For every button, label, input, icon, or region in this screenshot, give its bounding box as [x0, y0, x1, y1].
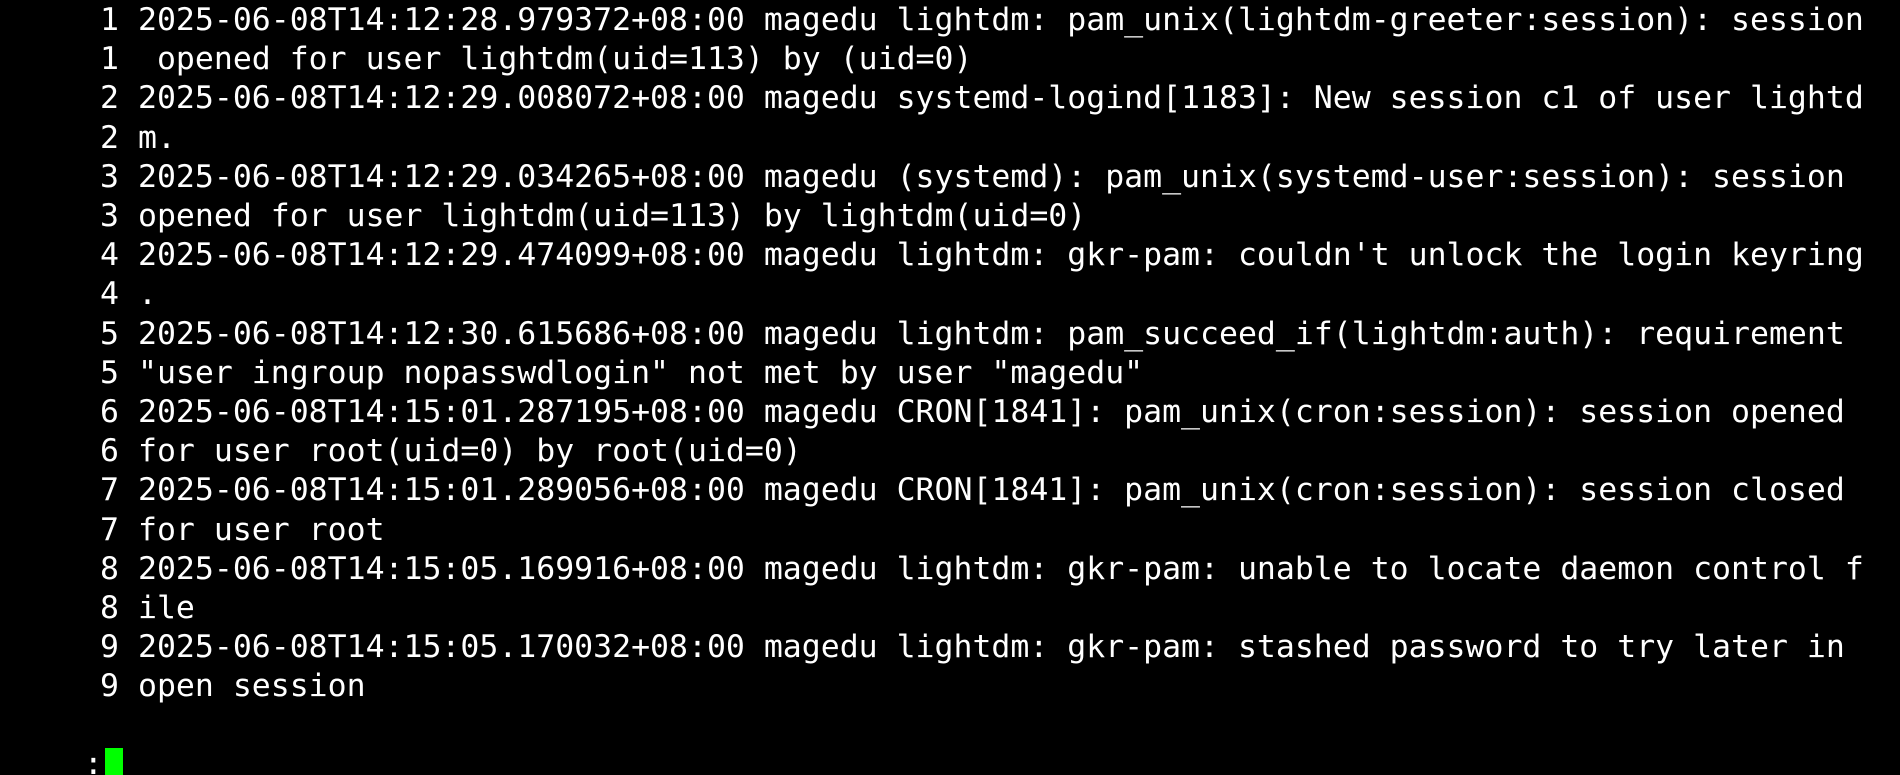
- log-line: 2 m.: [0, 119, 176, 158]
- line-number: 2: [100, 119, 119, 156]
- log-line-text: opened for user lightdm(uid=113) by ligh…: [138, 198, 1087, 234]
- log-line: 8 ile: [0, 589, 195, 628]
- line-number: 5: [100, 354, 119, 391]
- log-line-text: "user ingroup nopasswdlogin" not met by …: [138, 354, 1144, 391]
- log-line: 6 for user root(uid=0) by root(uid=0): [0, 432, 802, 471]
- log-line-text: 2025-06-08T14:15:05.170032+08:00 magedu …: [138, 629, 1845, 666]
- log-line: 1 2025-06-08T14:12:28.979372+08:00 magedu…: [0, 1, 1864, 40]
- log-line-text: 2025-06-08T14:12:29.034265+08:00 magedu …: [138, 158, 1845, 195]
- log-line-text: ile: [138, 590, 195, 626]
- log-line-text: 2025-06-08T14:12:28.979372+08:00 magedu …: [138, 2, 1864, 38]
- log-line: 6 2025-06-08T14:15:01.287195+08:00 magedu…: [0, 393, 1845, 432]
- pager-prompt: :: [83, 746, 103, 775]
- line-number: 4: [100, 237, 119, 274]
- log-line: 1 opened for user lightdm(uid=113) by (u…: [0, 40, 972, 79]
- log-line: 5 2025-06-08T14:12:30.615686+08:00 magedu…: [0, 315, 1845, 354]
- log-line-text: m.: [138, 119, 176, 156]
- log-line-text: for user root: [138, 511, 385, 548]
- log-line-text: 2025-06-08T14:12:29.008072+08:00 magedu …: [138, 80, 1864, 117]
- line-number: 4: [100, 276, 119, 313]
- pager-prompt-row[interactable]: :: [0, 706, 123, 775]
- terminal-window[interactable]: 1 2025-06-08T14:12:28.979372+08:00 magedu…: [0, 0, 1900, 775]
- line-number: 1: [100, 2, 119, 38]
- log-line: 9 open session: [0, 667, 366, 706]
- log-line-text: 2025-06-08T14:12:30.615686+08:00 magedu …: [138, 315, 1845, 352]
- log-line: 8 2025-06-08T14:15:05.169916+08:00 magedu…: [0, 550, 1864, 589]
- log-line-text: .: [138, 276, 157, 313]
- line-number: 5: [100, 315, 119, 352]
- line-number: 1: [100, 41, 119, 78]
- line-number: 6: [100, 394, 119, 430]
- log-line-text: open session: [138, 668, 366, 705]
- line-number: 8: [100, 590, 119, 626]
- line-number: 7: [100, 511, 119, 548]
- log-line: 7 for user root: [0, 511, 385, 550]
- log-line: 3 2025-06-08T14:12:29.034265+08:00 magedu…: [0, 158, 1845, 197]
- log-line: 7 2025-06-08T14:15:01.289056+08:00 magedu…: [0, 471, 1845, 510]
- log-line: 5 "user ingroup nopasswdlogin" not met by…: [0, 354, 1143, 393]
- line-number: 2: [100, 80, 119, 117]
- line-number: 8: [100, 550, 119, 587]
- line-number: 3: [100, 158, 119, 195]
- line-number: 7: [100, 472, 119, 509]
- log-line-text: 2025-06-08T14:15:01.287195+08:00 magedu …: [138, 394, 1845, 430]
- line-number: 3: [100, 198, 119, 234]
- line-number: 9: [100, 629, 119, 666]
- line-number: 6: [100, 433, 119, 470]
- log-line: 9 2025-06-08T14:15:05.170032+08:00 magedu…: [0, 628, 1845, 667]
- log-line: 4.: [0, 275, 157, 314]
- log-line-text: for user root(uid=0) by root(uid=0): [138, 433, 802, 470]
- text-cursor: [104, 747, 123, 775]
- log-line-text: opened for user lightdm(uid=113) by (uid…: [138, 41, 973, 78]
- log-line: 2 2025-06-08T14:12:29.008072+08:00 magedu…: [0, 79, 1864, 118]
- log-line-text: 2025-06-08T14:15:05.169916+08:00 magedu …: [138, 550, 1864, 587]
- log-line-text: 2025-06-08T14:12:29.474099+08:00 magedu …: [138, 237, 1864, 274]
- log-line: 4 2025-06-08T14:12:29.474099+08:00 magedu…: [0, 236, 1864, 275]
- line-number: 9: [100, 668, 119, 705]
- log-line: 3 opened for user lightdm(uid=113) by lig…: [0, 197, 1086, 236]
- log-line-text: 2025-06-08T14:15:01.289056+08:00 magedu …: [138, 472, 1845, 509]
